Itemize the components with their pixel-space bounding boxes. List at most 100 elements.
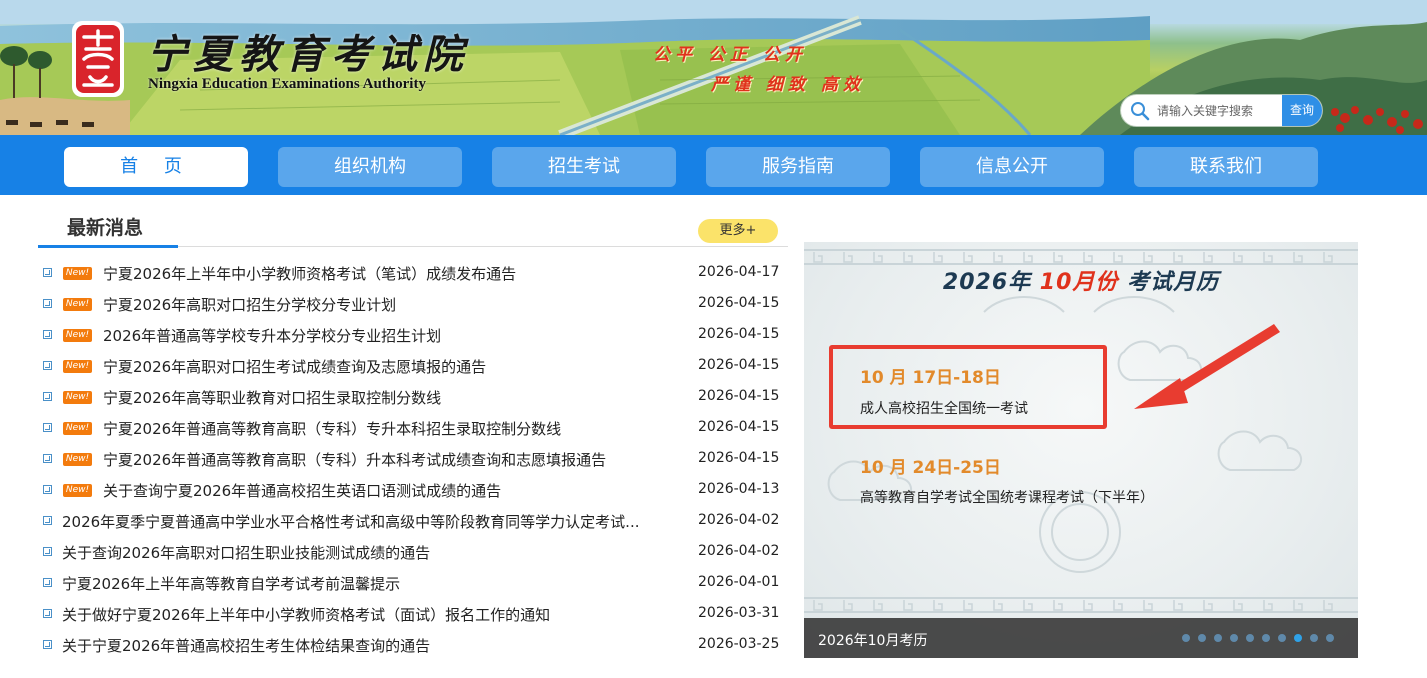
slogan-line-2: 严谨 细致 高效 xyxy=(711,75,865,95)
news-item-title[interactable]: 宁夏2026年普通高等教育高职（专科）升本科考试成绩查询和志愿填报通告 xyxy=(103,449,683,470)
list-bullet-icon xyxy=(43,361,52,370)
news-item[interactable]: New! 宁夏2026年高职对口招生考试成绩查询及志愿填报的通告 2026-04-1… xyxy=(0,352,790,383)
news-item-title[interactable]: 2026年普通高等学校专升本分学校分专业招生计划 xyxy=(103,325,683,346)
exam-calendar-slider[interactable]: 2026年 10月份 考试月历 10 月 17日-18日 成人高校招生全国统一考… xyxy=(804,242,1358,658)
nav-admissions-exams[interactable]: 招生考试 xyxy=(492,147,676,187)
site-logo-subtitle: Ningxia Education Examinations Authority xyxy=(148,76,426,92)
nav-contact-us[interactable]: 联系我们 xyxy=(1134,147,1318,187)
news-item-title[interactable]: 关于宁夏2026年普通高校招生考生体检结果查询的通告 xyxy=(62,635,674,656)
news-item[interactable]: New! 2026年普通高等学校专升本分学校分专业招生计划 2026-04-15 xyxy=(0,321,790,352)
news-item[interactable]: New! 宁夏2026年高职对口招生分学校分专业计划 2026-04-15 xyxy=(0,290,790,321)
news-item-title[interactable]: 宁夏2026年上半年高等教育自学考试考前温馨提示 xyxy=(62,573,674,594)
list-bullet-icon xyxy=(43,609,52,618)
nav-home[interactable]: 首 页 xyxy=(64,147,248,187)
calendar-title: 2026年 10月份 考试月历 xyxy=(804,264,1358,296)
calendar-title-suffix: 考试月历 xyxy=(1127,270,1220,295)
list-bullet-icon xyxy=(43,392,52,401)
news-item-title[interactable]: 2026年夏季宁夏普通高中学业水平合格性考试和高级中等阶段教育同等学力认定考试.… xyxy=(62,511,674,532)
news-item[interactable]: New! 宁夏2026年普通高等教育高职（专科）升本科考试成绩查询和志愿填报通告 2… xyxy=(0,445,790,476)
new-badge: New! xyxy=(63,298,92,311)
slider-dot[interactable] xyxy=(1198,634,1206,642)
news-item-title[interactable]: 关于做好宁夏2026年上半年中小学教师资格考试（面试）报名工作的通知 xyxy=(62,604,674,625)
event-2-name: 高等教育自学考试全国统考课程考试（下半年） xyxy=(860,490,1154,506)
slider-dot[interactable] xyxy=(1246,634,1254,642)
list-bullet-icon xyxy=(43,516,52,525)
new-badge: New! xyxy=(63,360,92,373)
news-item-date: 2026-04-15 xyxy=(698,357,780,373)
news-item-title[interactable]: 宁夏2026年高职对口招生分学校分专业计划 xyxy=(103,294,683,315)
list-bullet-icon xyxy=(43,547,52,556)
news-item-title[interactable]: 宁夏2026年普通高等教育高职（专科）专升本科招生录取控制分数线 xyxy=(103,418,683,439)
news-item-date: 2026-04-15 xyxy=(698,450,780,466)
slider-dot[interactable] xyxy=(1278,634,1286,642)
news-item-date: 2026-04-17 xyxy=(698,264,780,280)
new-badge: New! xyxy=(63,267,92,280)
slider-dot[interactable] xyxy=(1214,634,1222,642)
slider-dot[interactable] xyxy=(1262,634,1270,642)
slider-dot[interactable] xyxy=(1326,634,1334,642)
news-item[interactable]: 关于查询2026年高职对口招生职业技能测试成绩的通告 2026-04-02 xyxy=(0,538,790,569)
news-item[interactable]: 宁夏2026年上半年高等教育自学考试考前温馨提示 2026-04-01 xyxy=(0,569,790,600)
news-item-date: 2026-04-15 xyxy=(698,295,780,311)
slider-dot[interactable] xyxy=(1310,634,1318,642)
slider-caption-bar: 2026年10月考历 xyxy=(804,618,1358,658)
slider-dot[interactable] xyxy=(1230,634,1238,642)
slider-decoration xyxy=(804,249,1358,613)
slider-caption[interactable]: 2026年10月考历 xyxy=(818,630,927,650)
list-bullet-icon xyxy=(43,330,52,339)
slider-dot[interactable] xyxy=(1294,634,1302,642)
news-item-date: 2026-03-31 xyxy=(698,605,780,621)
news-section-title: 最新消息 xyxy=(67,217,144,239)
news-item-date: 2026-04-02 xyxy=(698,512,780,528)
list-bullet-icon xyxy=(43,268,52,277)
news-item-title[interactable]: 宁夏2026年高等职业教育对口招生录取控制分数线 xyxy=(103,387,683,408)
news-list: New! 宁夏2026年上半年中小学教师资格考试（笔试）成绩发布通告 2026-04… xyxy=(0,259,790,662)
news-item[interactable]: New! 宁夏2026年普通高等教育高职（专科）专升本科招生录取控制分数线 2026… xyxy=(0,414,790,445)
news-item[interactable]: 2026年夏季宁夏普通高中学业水平合格性考试和高级中等阶段教育同等学力认定考试.… xyxy=(0,507,790,538)
list-bullet-icon xyxy=(43,299,52,308)
news-item[interactable]: 关于做好宁夏2026年上半年中小学教师资格考试（面试）报名工作的通知 2026-0… xyxy=(0,600,790,631)
news-item-title[interactable]: 关于查询宁夏2026年普通高校招生英语口语测试成绩的通告 xyxy=(103,480,683,501)
calendar-title-month: 10月份 xyxy=(1039,270,1119,295)
search-input[interactable] xyxy=(1157,95,1277,126)
new-badge: New! xyxy=(63,484,92,497)
news-item[interactable]: 关于宁夏2026年普通高校招生考生体检结果查询的通告 2026-03-25 xyxy=(0,631,790,662)
list-bullet-icon xyxy=(43,640,52,649)
news-item[interactable]: New! 宁夏2026年上半年中小学教师资格考试（笔试）成绩发布通告 2026-04… xyxy=(0,259,790,290)
news-title-underline xyxy=(38,245,178,248)
news-item[interactable]: New! 宁夏2026年高等职业教育对口招生录取控制分数线 2026-04-15 xyxy=(0,383,790,414)
new-badge: New! xyxy=(63,391,92,404)
header-banner: 宁夏教育考试院 Ningxia Education Examinations A… xyxy=(0,0,1427,135)
news-item-date: 2026-03-25 xyxy=(698,636,780,652)
list-bullet-icon xyxy=(43,454,52,463)
search-button[interactable]: 查询 xyxy=(1282,95,1322,126)
search-bar: 查询 xyxy=(1121,95,1322,126)
news-item-date: 2026-04-15 xyxy=(698,326,780,342)
news-item-date: 2026-04-15 xyxy=(698,388,780,404)
event-1-date: 10 月 17日-18日 xyxy=(860,368,1001,388)
event-1-name: 成人高校招生全国统一考试 xyxy=(860,401,1028,417)
news-item-date: 2026-04-15 xyxy=(698,419,780,435)
search-icon xyxy=(1131,102,1150,121)
site-logo-title[interactable]: 宁夏教育考试院 xyxy=(147,22,469,80)
more-news-button[interactable]: 更多+ xyxy=(698,219,778,243)
new-badge: New! xyxy=(63,453,92,466)
slider-dot[interactable] xyxy=(1182,634,1190,642)
main-nav: 首 页 组织机构 招生考试 服务指南 信息公开 联系我们 xyxy=(0,135,1427,195)
news-item-title[interactable]: 宁夏2026年上半年中小学教师资格考试（笔试）成绩发布通告 xyxy=(103,263,683,284)
nav-organization[interactable]: 组织机构 xyxy=(278,147,462,187)
nav-information-disclosure[interactable]: 信息公开 xyxy=(920,147,1104,187)
news-item[interactable]: New! 关于查询宁夏2026年普通高校招生英语口语测试成绩的通告 2026-04-… xyxy=(0,476,790,507)
event-2-date: 10 月 24日-25日 xyxy=(860,458,1001,478)
list-bullet-icon xyxy=(43,578,52,587)
logo-emblem-icon xyxy=(72,21,124,97)
new-badge: New! xyxy=(63,422,92,435)
list-bullet-icon xyxy=(43,485,52,494)
news-item-date: 2026-04-02 xyxy=(698,543,780,559)
nav-service-guide[interactable]: 服务指南 xyxy=(706,147,890,187)
new-badge: New! xyxy=(63,329,92,342)
news-item-title[interactable]: 关于查询2026年高职对口招生职业技能测试成绩的通告 xyxy=(62,542,674,563)
news-item-title[interactable]: 宁夏2026年高职对口招生考试成绩查询及志愿填报的通告 xyxy=(103,356,683,377)
slogan-line-1: 公平 公正 公开 xyxy=(653,45,807,65)
list-bullet-icon xyxy=(43,423,52,432)
